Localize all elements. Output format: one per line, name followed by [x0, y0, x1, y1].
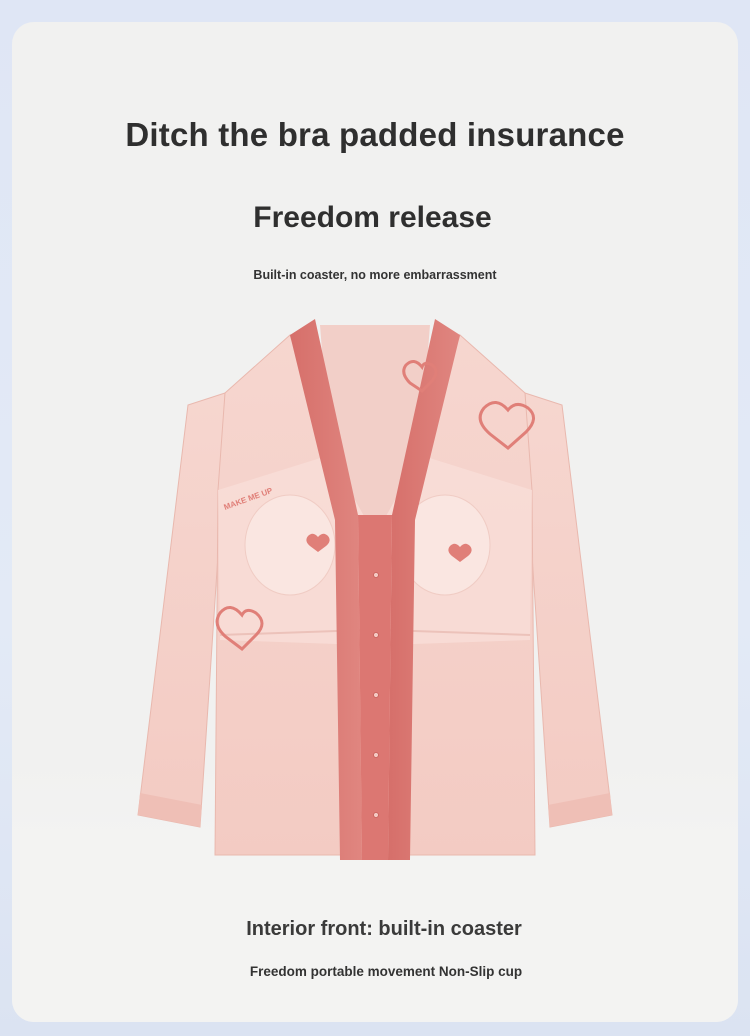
product-image-pajama-top: MAKE ME UP	[137, 319, 613, 860]
front-placket	[358, 515, 392, 860]
page-title: Ditch the bra padded insurance	[125, 116, 625, 153]
tagline-text: Built-in coaster, no more embarrassment	[253, 268, 497, 282]
caption-title: Interior front: built-in coaster	[246, 918, 522, 940]
page-subtitle: Freedom release	[253, 201, 492, 234]
right-sleeve	[524, 392, 613, 828]
left-sleeve	[137, 392, 226, 828]
caption-subtitle: Freedom portable movement Non-Slip cup	[249, 964, 523, 979]
